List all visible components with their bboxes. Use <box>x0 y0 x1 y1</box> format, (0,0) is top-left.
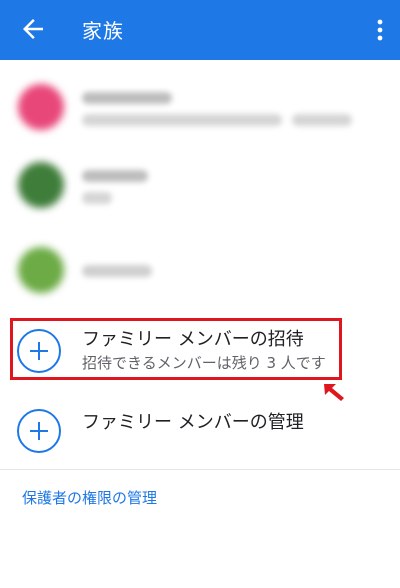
blurred-detail <box>82 114 282 126</box>
arrow-left-icon[interactable] <box>18 14 48 44</box>
avatar <box>18 247 64 293</box>
manage-family-members-row[interactable]: ファミリー メンバーの管理 <box>0 404 400 458</box>
blurred-detail <box>292 114 352 126</box>
blurred-name <box>82 265 152 277</box>
manage-title: ファミリー メンバーの管理 <box>82 412 304 433</box>
divider <box>0 469 400 470</box>
blurred-detail <box>82 192 112 204</box>
family-member-1[interactable] <box>0 62 400 152</box>
family-member-2[interactable] <box>0 140 400 230</box>
parental-controls-link[interactable]: 保護者の権限の管理 <box>22 487 157 508</box>
add-circle-icon <box>17 409 61 453</box>
more-vert-icon[interactable] <box>376 18 384 42</box>
blurred-name <box>82 170 148 182</box>
family-member-3[interactable] <box>0 225 400 315</box>
highlight-box <box>10 318 342 380</box>
avatar <box>18 162 64 208</box>
page-title: 家族 <box>82 19 124 43</box>
avatar <box>18 84 64 130</box>
blurred-name <box>82 92 172 104</box>
red-arrow-pointer-icon <box>324 384 344 401</box>
app-bar: 家族 <box>0 0 400 60</box>
